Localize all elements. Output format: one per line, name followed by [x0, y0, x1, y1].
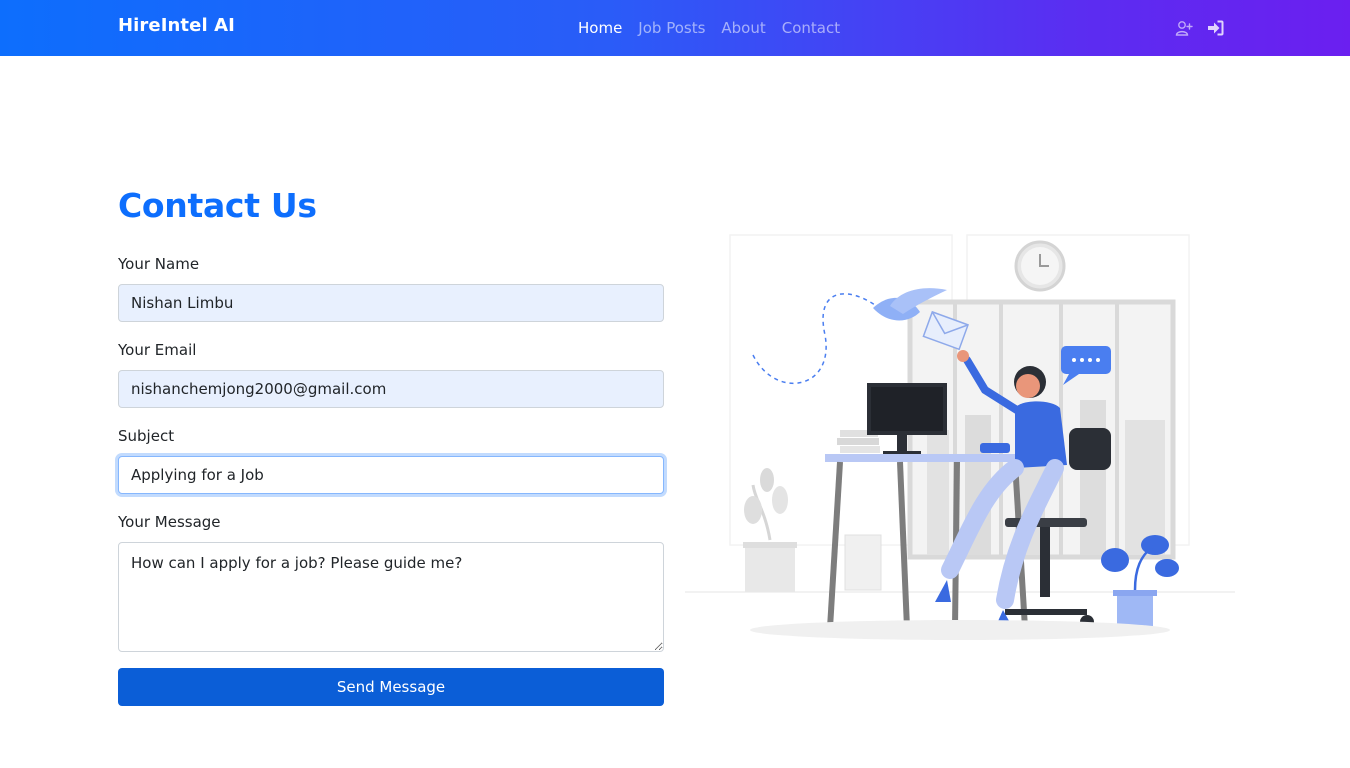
subject-input[interactable]	[118, 456, 664, 494]
user-plus-icon[interactable]	[1175, 19, 1193, 37]
page-title: Contact Us	[118, 186, 317, 225]
message-textarea[interactable]: How can I apply for a job? Please guide …	[118, 542, 664, 652]
nav-links: Home Job Posts About Contact	[578, 18, 840, 38]
nav-link-job-posts[interactable]: Job Posts	[638, 18, 705, 38]
nav-link-home[interactable]: Home	[578, 18, 622, 38]
nav-link-contact[interactable]: Contact	[782, 18, 840, 38]
nav-link-about[interactable]: About	[721, 18, 765, 38]
name-input[interactable]	[118, 284, 664, 322]
contact-illustration	[685, 230, 1235, 650]
email-input[interactable]	[118, 370, 664, 408]
top-navbar: HireIntel AI Home Job Posts About Contac…	[0, 0, 1350, 56]
sign-in-icon[interactable]	[1207, 19, 1225, 37]
brand-logo[interactable]: HireIntel AI	[118, 15, 235, 36]
nav-icons	[1175, 19, 1225, 37]
email-label: Your Email	[118, 341, 197, 359]
name-label: Your Name	[118, 255, 200, 273]
message-label: Your Message	[118, 513, 221, 531]
send-message-button[interactable]: Send Message	[118, 668, 664, 706]
subject-label: Subject	[118, 427, 175, 445]
